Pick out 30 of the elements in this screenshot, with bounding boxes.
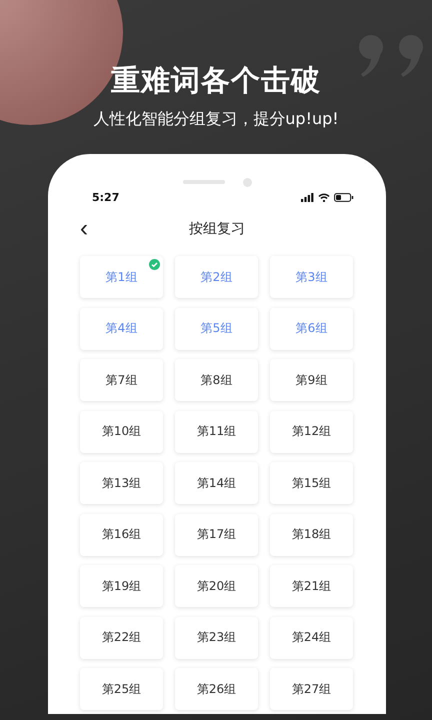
group-button[interactable]: 第9组 xyxy=(270,359,353,401)
group-button[interactable]: 第10组 xyxy=(80,410,163,452)
group-button[interactable]: 第16组 xyxy=(80,514,163,556)
group-button[interactable]: 第22组 xyxy=(80,616,163,658)
group-button[interactable]: 第17组 xyxy=(175,514,258,556)
group-button[interactable]: 第26组 xyxy=(175,668,258,710)
camera-dot xyxy=(242,178,252,186)
group-button[interactable]: 第15组 xyxy=(270,462,353,504)
group-button[interactable]: 第12组 xyxy=(270,410,353,452)
wifi-icon xyxy=(318,192,330,202)
signal-icon xyxy=(301,192,314,202)
group-button[interactable]: 第24组 xyxy=(270,616,353,658)
subtitle: 人性化智能分组复习，提分up!up! xyxy=(93,108,339,130)
group-button[interactable]: 第21组 xyxy=(270,565,353,607)
group-button[interactable]: 第19组 xyxy=(80,565,163,607)
group-button[interactable]: 第18组 xyxy=(270,514,353,556)
status-time: 5:27 xyxy=(92,190,120,204)
group-button[interactable]: 第8组 xyxy=(175,359,258,401)
group-button[interactable]: 第7组 xyxy=(80,359,163,401)
group-button[interactable]: 第13组 xyxy=(80,462,163,504)
back-button[interactable]: ‹ xyxy=(76,217,92,241)
battery-icon xyxy=(334,192,354,202)
group-button[interactable]: 第25组 xyxy=(80,668,163,710)
group-button[interactable]: 第23组 xyxy=(175,616,258,658)
group-button[interactable]: 第14组 xyxy=(175,462,258,504)
page-title: 按组复习 xyxy=(189,221,245,237)
group-button[interactable]: 第27组 xyxy=(270,668,353,710)
headline: 重难词各个击破 xyxy=(111,62,321,99)
group-button[interactable]: 第11组 xyxy=(175,410,258,452)
group-button[interactable]: 第20组 xyxy=(175,565,258,607)
